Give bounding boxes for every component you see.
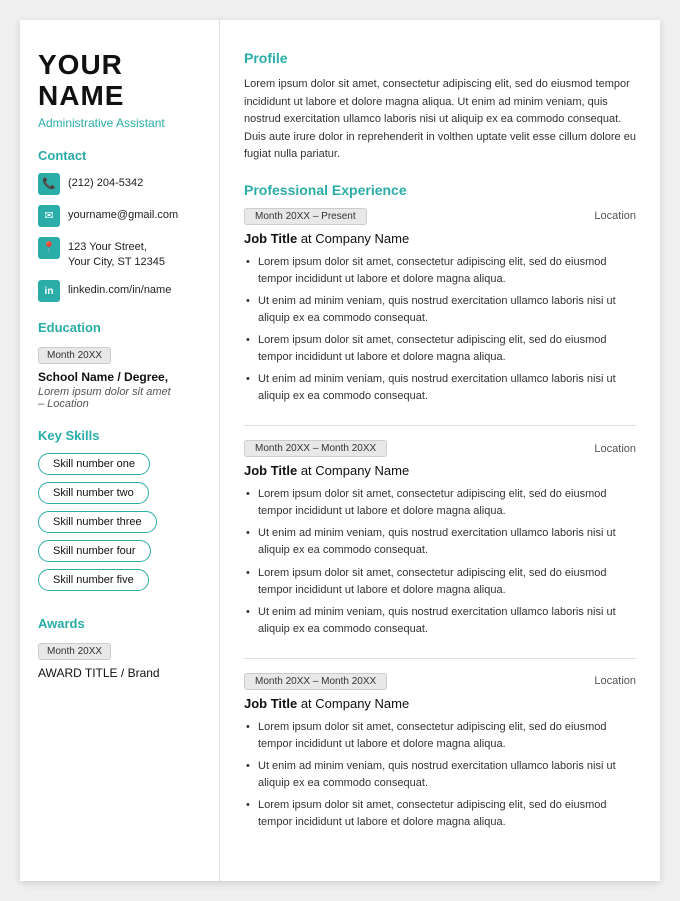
profile-heading: Profile xyxy=(244,50,636,66)
divider-2 xyxy=(244,658,636,659)
phone-icon: 📞 xyxy=(38,173,60,195)
linkedin-contact: in linkedin.com/in/name xyxy=(38,280,201,302)
skill-5: Skill number five xyxy=(38,569,149,591)
exp-header-3: Month 20XX – Month 20XX Location xyxy=(244,673,636,690)
bullet: Ut enim ad minim veniam, quis nostrud ex… xyxy=(244,293,636,327)
skill-1: Skill number one xyxy=(38,453,150,475)
exp-date-2: Month 20XX – Month 20XX xyxy=(244,440,387,457)
bullet: Ut enim ad minim veniam, quis nostrud ex… xyxy=(244,604,636,638)
bullet: Lorem ipsum dolor sit amet, consectetur … xyxy=(244,254,636,288)
contact-heading: Contact xyxy=(38,148,201,163)
exp-job-title-3: Job Title at Company Name xyxy=(244,696,636,711)
exp-bullets-2: Lorem ipsum dolor sit amet, consectetur … xyxy=(244,486,636,637)
bullet: Ut enim ad minim veniam, quis nostrud ex… xyxy=(244,371,636,405)
linkedin-icon: in xyxy=(38,280,60,302)
exp-job-title-1: Job Title at Company Name xyxy=(244,231,636,246)
skills-heading: Key Skills xyxy=(38,428,201,443)
bullet: Lorem ipsum dolor sit amet, consectetur … xyxy=(244,332,636,366)
exp-date-1: Month 20XX – Present xyxy=(244,208,367,225)
education-date: Month 20XX xyxy=(38,347,111,364)
experience-entry-3: Month 20XX – Month 20XX Location Job Tit… xyxy=(244,673,636,831)
bullet: Lorem ipsum dolor sit amet, consectetur … xyxy=(244,486,636,520)
job-title: Administrative Assistant xyxy=(38,116,201,130)
address-contact: 📍 123 Your Street, Your City, ST 12345 xyxy=(38,237,201,271)
bullet: Lorem ipsum dolor sit amet, consectetur … xyxy=(244,797,636,831)
skills-list: Skill number one Skill number two Skill … xyxy=(38,453,201,598)
phone-contact: 📞 (212) 204-5342 xyxy=(38,173,201,195)
experience-entry-2: Month 20XX – Month 20XX Location Job Tit… xyxy=(244,440,636,637)
exp-location-2: Location xyxy=(594,443,636,455)
bullet: Lorem ipsum dolor sit amet, consectetur … xyxy=(244,565,636,599)
exp-location-3: Location xyxy=(594,675,636,687)
email-icon: ✉ xyxy=(38,205,60,227)
exp-date-3: Month 20XX – Month 20XX xyxy=(244,673,387,690)
education-heading: Education xyxy=(38,320,201,335)
exp-job-title-2: Job Title at Company Name xyxy=(244,463,636,478)
name-block: YOUR NAME Administrative Assistant xyxy=(38,50,201,130)
bullet: Ut enim ad minim veniam, quis nostrud ex… xyxy=(244,525,636,559)
name-line2: NAME xyxy=(38,81,201,112)
experience-entry-1: Month 20XX – Present Location Job Title … xyxy=(244,208,636,405)
exp-header-1: Month 20XX – Present Location xyxy=(244,208,636,225)
name-line1: YOUR xyxy=(38,50,201,81)
skill-2: Skill number two xyxy=(38,482,149,504)
exp-header-2: Month 20XX – Month 20XX Location xyxy=(244,440,636,457)
profile-text: Lorem ipsum dolor sit amet, consectetur … xyxy=(244,76,636,164)
awards-date: Month 20XX xyxy=(38,643,111,660)
award-title: AWARD TITLE / Brand xyxy=(38,666,201,680)
exp-bullets-1: Lorem ipsum dolor sit amet, consectetur … xyxy=(244,254,636,405)
experience-heading: Professional Experience xyxy=(244,182,636,198)
resume-container: YOUR NAME Administrative Assistant Conta… xyxy=(20,20,660,881)
education-school: School Name / Degree, xyxy=(38,370,201,384)
awards-heading: Awards xyxy=(38,616,201,631)
bullet: Lorem ipsum dolor sit amet, consectetur … xyxy=(244,719,636,753)
email-text: yourname@gmail.com xyxy=(68,205,178,223)
bullet: Ut enim ad minim veniam, quis nostrud ex… xyxy=(244,758,636,792)
location-icon: 📍 xyxy=(38,237,60,259)
exp-location-1: Location xyxy=(594,210,636,222)
skill-4: Skill number four xyxy=(38,540,151,562)
skill-3: Skill number three xyxy=(38,511,157,533)
exp-bullets-3: Lorem ipsum dolor sit amet, consectetur … xyxy=(244,719,636,831)
linkedin-text: linkedin.com/in/name xyxy=(68,280,171,298)
main-content: Profile Lorem ipsum dolor sit amet, cons… xyxy=(220,20,660,881)
sidebar: YOUR NAME Administrative Assistant Conta… xyxy=(20,20,220,881)
address-text: 123 Your Street, Your City, ST 12345 xyxy=(68,237,165,271)
phone-text: (212) 204-5342 xyxy=(68,173,143,191)
education-detail: Lorem ipsum dolor sit amet – Location xyxy=(38,386,201,410)
divider-1 xyxy=(244,425,636,426)
email-contact: ✉ yourname@gmail.com xyxy=(38,205,201,227)
